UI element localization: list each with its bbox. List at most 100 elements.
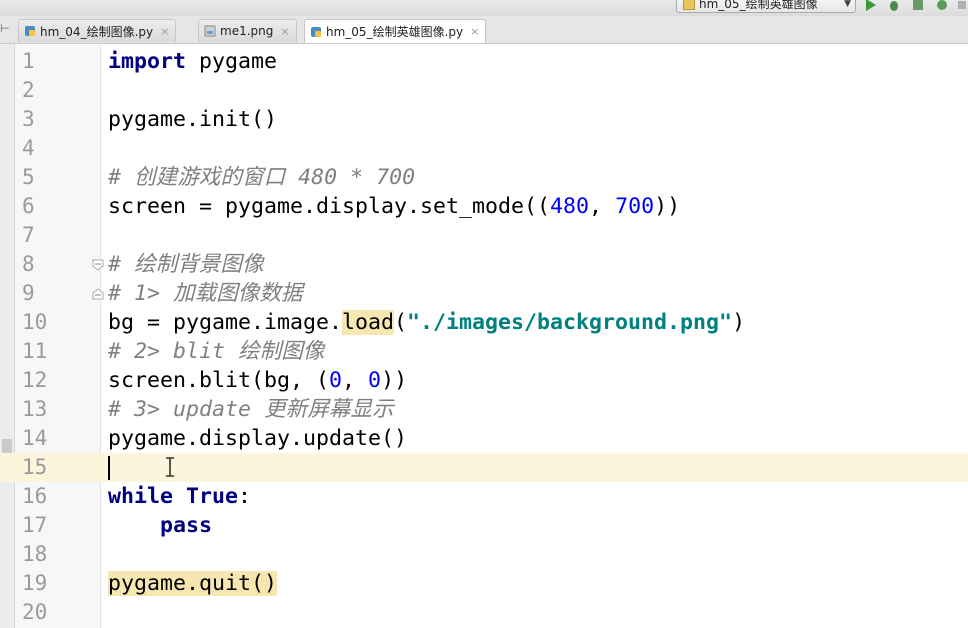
code-token: )) [654, 194, 681, 219]
comment-text: # 创建游戏的窗口 480 * 700 [108, 165, 416, 190]
line-number: 11 [22, 339, 48, 363]
code-line: 19 pygame.quit() [0, 569, 968, 598]
code-line: 2 [0, 76, 968, 105]
code-line: 7 [0, 221, 968, 250]
code-token: bg = pygame.image. [108, 310, 343, 335]
close-icon[interactable]: × [470, 25, 479, 38]
tab-label: hm_04_绘制图像.py [40, 24, 154, 39]
stop-button[interactable] [954, 0, 968, 12]
tab-scroll-left-icon[interactable]: ⊢ [0, 22, 10, 35]
line-number: 8 [22, 252, 35, 276]
python-config-icon [683, 0, 695, 10]
code-token: : [238, 484, 252, 509]
comment-text: # 绘制背景图像 [108, 252, 264, 277]
code-line: 10 bg = pygame.image.load("./images/back… [0, 308, 968, 337]
number-literal: 0 [368, 368, 382, 393]
code-line: 1 import pygame [0, 47, 968, 76]
line-number: 10 [22, 310, 48, 334]
line-number: 1 [22, 49, 35, 73]
keyword: while [108, 484, 174, 509]
text-caret [108, 456, 110, 480]
code-editor[interactable]: 1 import pygame 2 3 pygame.init() 4 5 # … [0, 44, 968, 628]
run-configuration-label: hm_05_绘制英雄图像 [699, 0, 818, 11]
comment-text: # 3> update 更新屏幕显示 [108, 397, 394, 422]
close-icon[interactable]: × [280, 25, 289, 38]
profile-button[interactable] [934, 0, 950, 12]
code-token: screen.blit(bg, ( [108, 368, 330, 393]
image-file-icon [204, 25, 216, 37]
tab-hm04[interactable]: hm_04_绘制图像.py × [18, 19, 177, 42]
code-token: pygame [186, 49, 278, 74]
line-number: 2 [22, 78, 35, 102]
code-line: 12 screen.blit(bg, (0, 0)) [0, 366, 968, 395]
current-code-line[interactable]: 15 [0, 453, 968, 482]
code-token: screen = pygame.display.set_mode(( [108, 194, 551, 219]
code-text: screen.blit(bg, (0, 0)) [108, 366, 407, 395]
tab-label: me1.png [220, 24, 274, 38]
code-line: 11 # 2> blit 绘制图像 [0, 337, 968, 366]
line-number: 17 [22, 513, 48, 537]
chevron-down-icon: ▼ [844, 0, 851, 9]
tab-hm05[interactable]: hm_05_绘制英雄图像.py × [304, 19, 487, 43]
code-text: screen = pygame.display.set_mode((480, 7… [108, 192, 680, 221]
code-text: import pygame [108, 47, 277, 76]
code-line: 8 # 绘制背景图像 [0, 250, 968, 279]
code-line: 20 [0, 598, 968, 627]
editor-tab-bar: ⊢ hm_04_绘制图像.py × me1.png × hm_05_绘制英雄图像… [0, 16, 968, 44]
code-line: 3 pygame.init() [0, 105, 968, 134]
line-number: 16 [22, 484, 48, 508]
main-toolbar: hm_05_绘制英雄图像 ▼ [0, 0, 968, 16]
number-literal: 700 [615, 194, 655, 219]
debug-button[interactable] [886, 0, 902, 12]
close-icon[interactable]: × [160, 25, 169, 38]
ibeam-cursor-icon [166, 457, 174, 477]
line-number: 13 [22, 397, 48, 421]
line-number: 6 [22, 194, 35, 218]
code-line: 18 [0, 540, 968, 569]
coverage-button[interactable] [910, 0, 926, 12]
highlighted-identifier: load [342, 310, 395, 335]
code-line: 14 pygame.display.update() [0, 424, 968, 453]
code-text: pass [108, 511, 212, 540]
code-line: 4 [0, 134, 968, 163]
line-number: 20 [22, 600, 48, 624]
code-text: pygame.display.update() [108, 426, 408, 451]
code-text: bg = pygame.image.load("./images/backgro… [108, 308, 745, 337]
line-number: 7 [22, 223, 35, 247]
line-number: 3 [22, 107, 35, 131]
code-line: 6 screen = pygame.display.set_mode((480,… [0, 192, 968, 221]
code-token: )) [381, 368, 408, 393]
run-configuration-dropdown[interactable]: hm_05_绘制英雄图像 ▼ [676, 0, 856, 13]
tab-me1-png[interactable]: me1.png × [198, 19, 297, 42]
stop-icon [958, 1, 966, 9]
fold-end-icon[interactable] [92, 288, 104, 300]
profile-icon [937, 0, 947, 10]
code-line: 9 # 1> 加载图像数据 [0, 279, 968, 308]
run-button[interactable] [862, 0, 878, 12]
python-file-icon [311, 26, 321, 37]
code-token: ( [394, 310, 408, 335]
highlighted-code: pygame.quit() [108, 571, 278, 596]
comment-text: # 1> 加载图像数据 [108, 281, 303, 306]
line-number: 12 [22, 368, 48, 392]
line-number: 18 [22, 542, 48, 566]
line-number: 19 [22, 571, 48, 595]
keyword: True [186, 484, 239, 509]
bug-icon [890, 1, 898, 11]
code-token: , [589, 194, 616, 219]
code-line: 5 # 创建游戏的窗口 480 * 700 [0, 163, 968, 192]
string-literal: "./images/background.png" [407, 310, 733, 335]
code-text: while True: [108, 482, 251, 511]
fold-collapse-icon[interactable] [92, 259, 104, 271]
python-file-icon [25, 26, 35, 36]
code-token: , [342, 368, 369, 393]
comment-text: # 2> blit 绘制图像 [108, 339, 325, 364]
line-number: 9 [22, 281, 35, 305]
code-text: pygame.init() [108, 107, 278, 132]
coverage-icon [913, 0, 923, 10]
keyword: pass [160, 513, 213, 538]
line-number: 14 [22, 426, 48, 450]
keyword: import [108, 49, 187, 74]
run-icon [866, 0, 876, 11]
